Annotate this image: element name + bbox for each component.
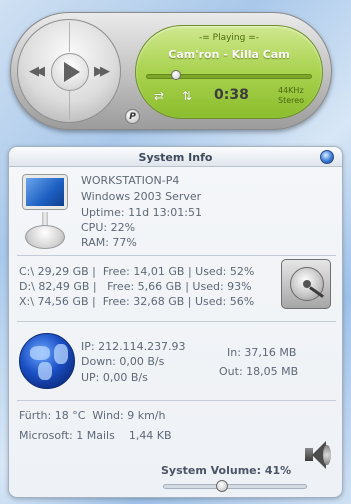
control-wheel: ◀◀ ▶▶ [17, 19, 121, 123]
ip-address: IP: 212.114.237.93 [81, 340, 186, 353]
weather-info: Fürth: 18 °C Wind: 9 km/h [19, 409, 166, 422]
panel-header: System Info [9, 147, 342, 167]
speaker-icon[interactable] [305, 439, 333, 471]
download-rate: Down: 0,00 B/s [81, 355, 165, 368]
mail-info: Microsoft: 1 Mails 1,44 KB [19, 429, 172, 442]
wheel-divider [69, 90, 70, 120]
globe-icon [19, 333, 75, 389]
os-name: Windows 2003 Server [81, 190, 202, 203]
now-playing-display: -= Playing =- Cam'ron - Killa Cam ⇄ ⇅ 0:… [135, 25, 323, 119]
total-in: In: 37,16 MB [227, 346, 297, 359]
play-icon [64, 62, 80, 82]
host-name: WORKSTATION-P4 [81, 174, 180, 187]
repeat-icon[interactable]: ⇅ [182, 89, 192, 103]
channel-mode: Stereo [278, 96, 305, 105]
elapsed-time: 0:38 [214, 87, 249, 103]
seek-thumb[interactable] [170, 70, 181, 80]
system-info-panel: System Info WORKSTATION-P4 Windows 2003 … [8, 146, 343, 498]
total-out: Out: 18,05 MB [219, 365, 299, 378]
shuffle-icon[interactable]: ⇄ [154, 89, 164, 103]
sample-rate: 44KHz [278, 86, 304, 95]
drive-row-d: D:\ 82,49 GB | Free: 5,66 GB | Used: 93% [19, 280, 252, 293]
divider [17, 400, 336, 401]
audio-format: 44KHz Stereo [278, 86, 304, 106]
media-player: ◀◀ ▶▶ P -= Playing =- Cam'ron - Killa Ca… [10, 12, 332, 130]
drive-row-c: C:\ 29,29 GB | Free: 14,01 GB | Used: 52… [19, 265, 255, 278]
wheel-divider [69, 22, 70, 52]
divider [17, 255, 336, 256]
playing-status: -= Playing =- [199, 33, 259, 43]
volume-label: System Volume: 41% [161, 464, 292, 477]
previous-track-button[interactable]: ◀◀ [29, 65, 45, 79]
playlist-badge-button[interactable]: P [125, 109, 140, 124]
upload-rate: UP: 0,00 B/s [81, 371, 148, 384]
panel-menu-button[interactable] [320, 150, 334, 164]
cpu-usage: CPU: 22% [81, 221, 136, 234]
panel-title: System Info [138, 151, 213, 164]
ram-usage: RAM: 77% [81, 236, 137, 249]
computer-icon [17, 173, 71, 251]
play-button[interactable] [51, 53, 89, 91]
track-title: Cam'ron - Killa Cam [168, 48, 290, 61]
uptime: Uptime: 11d 13:01:51 [81, 206, 202, 219]
drive-row-x: X:\ 74,56 GB | Free: 32,68 GB | Used: 56… [19, 295, 255, 308]
volume-slider-thumb[interactable] [216, 480, 229, 492]
divider [17, 321, 336, 322]
hard-drive-icon [281, 259, 331, 309]
next-track-button[interactable]: ▶▶ [94, 65, 110, 79]
volume-slider[interactable] [163, 484, 307, 489]
